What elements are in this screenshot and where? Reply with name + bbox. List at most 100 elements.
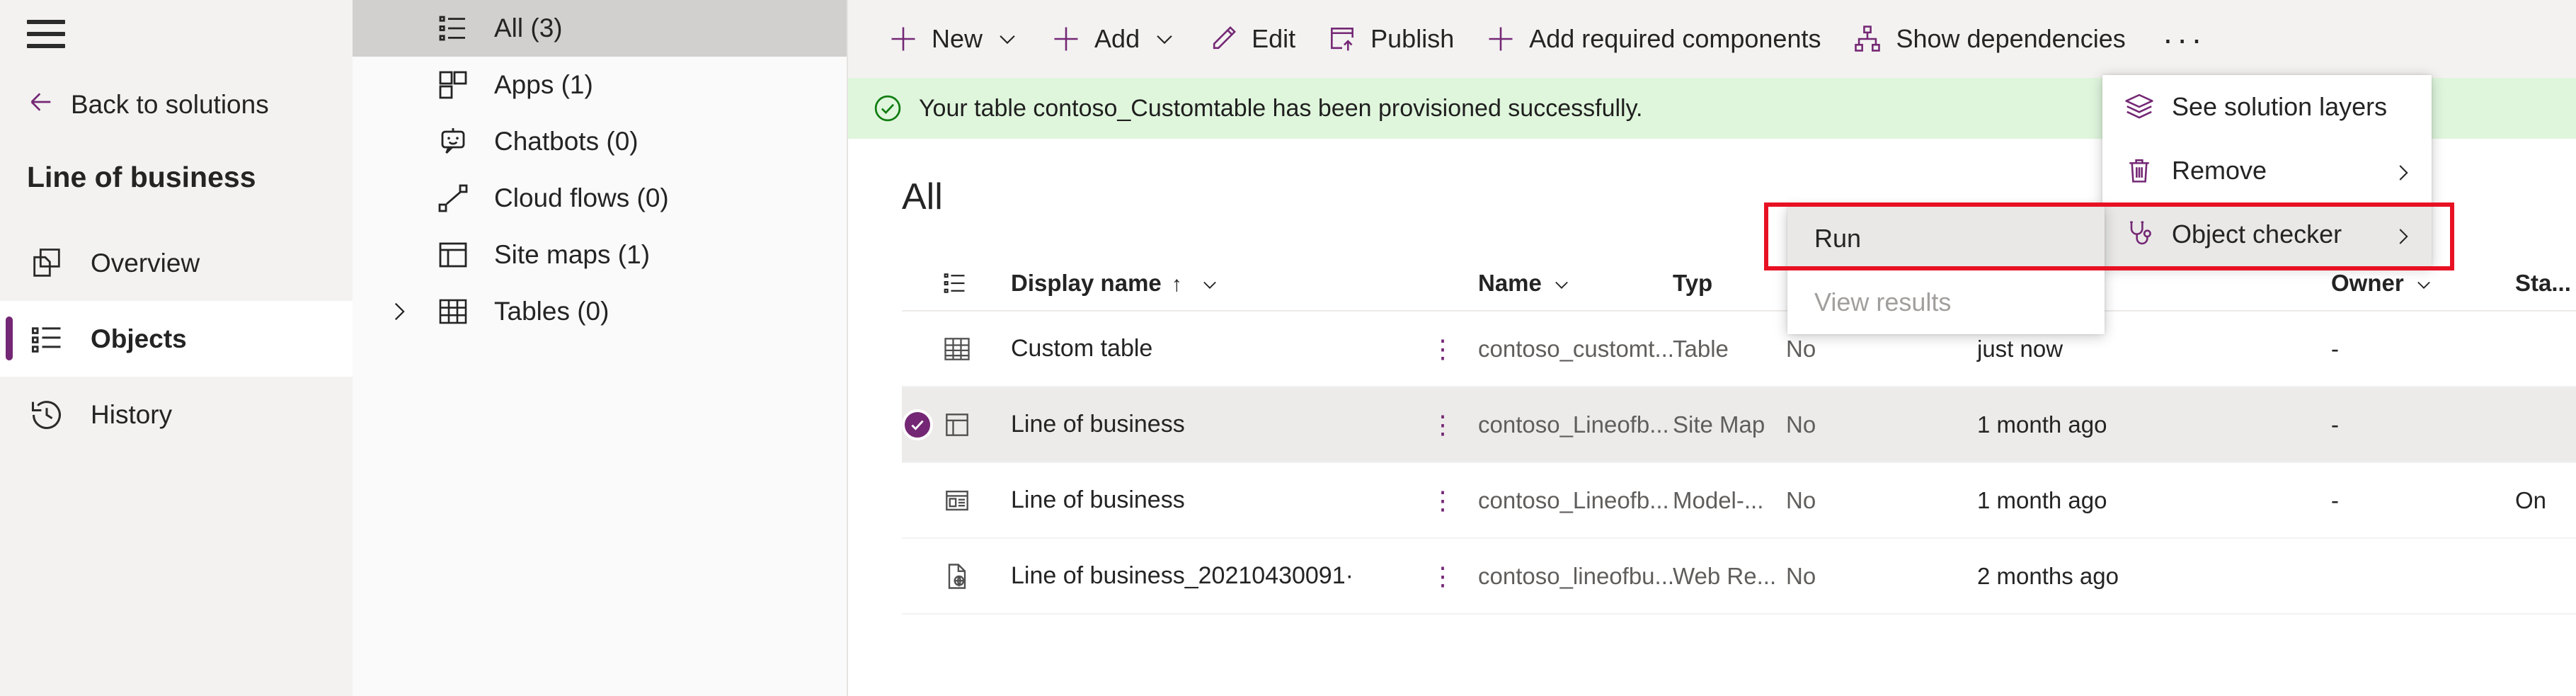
edit-button-label: Edit <box>1252 24 1295 54</box>
add-required-components-label: Add required components <box>1529 24 1821 54</box>
chevron-down-icon[interactable] <box>1152 27 1177 51</box>
sidebar-item-label: Objects <box>91 324 187 354</box>
menu-item-object-checker[interactable]: Object checker <box>2102 202 2432 266</box>
hamburger-bar <box>27 44 65 48</box>
solution-title: Line of business <box>27 161 353 194</box>
hamburger-bar <box>27 20 65 24</box>
row-more-actions-button[interactable]: ⋮ <box>1407 416 1478 433</box>
overflow-context-menu: See solution layers Remove <box>2102 75 2432 266</box>
add-required-components-button[interactable]: Add required components <box>1470 0 1836 78</box>
row-more-actions-button[interactable]: ⋮ <box>1407 340 1478 358</box>
column-options-icon[interactable] <box>941 270 1011 297</box>
submenu-item-view-results: View results <box>1787 270 2105 334</box>
tree-item-all[interactable]: All (3) <box>353 0 847 57</box>
column-header-type[interactable]: Typ <box>1673 270 1786 297</box>
apps-grid-icon <box>436 68 470 102</box>
sidebar-item-history[interactable]: History <box>0 377 353 452</box>
plus-icon <box>1485 23 1516 55</box>
sidebar-item-objects[interactable]: Objects <box>0 301 353 377</box>
row-modified: 1 month ago <box>1977 411 2331 438</box>
table-row[interactable]: Line of business_20210430091· ⋮ contoso_… <box>902 539 2576 615</box>
kebab-menu-icon: ⋮ <box>1430 491 1455 509</box>
row-status: On <box>2515 487 2576 514</box>
row-managed: No <box>1786 563 1977 590</box>
kebab-menu-icon: ⋮ <box>1430 567 1455 585</box>
menu-item-label: See solution layers <box>2172 92 2387 122</box>
table-row[interactable]: Line of business ⋮ contoso_Lineofb... Si… <box>902 387 2576 463</box>
publish-icon <box>1327 23 1358 55</box>
column-header-label: Typ <box>1673 270 1712 297</box>
column-header-label: Display name <box>1011 270 1162 297</box>
row-name: contoso_Lineofb... <box>1478 411 1673 438</box>
chevron-down-icon[interactable] <box>1552 273 1572 293</box>
plus-icon <box>1051 23 1082 55</box>
new-button-label: New <box>932 24 983 54</box>
sidebar-item-overview[interactable]: Overview <box>0 225 353 301</box>
back-to-solutions-link[interactable]: Back to solutions <box>27 88 353 121</box>
row-type: Table <box>1673 336 1786 363</box>
kebab-menu-icon: ⋮ <box>1430 416 1455 433</box>
plus-icon <box>888 23 919 55</box>
sidebar-item-label: History <box>91 400 172 430</box>
row-modified: just now <box>1977 336 2331 363</box>
sitemap-layout-icon <box>436 238 470 272</box>
row-owner: - <box>2331 487 2515 514</box>
column-header-owner[interactable]: Owner <box>2331 270 2515 297</box>
row-type-icon <box>941 485 1011 516</box>
row-select-checkbox[interactable] <box>902 409 941 440</box>
arrow-left-icon <box>27 88 55 121</box>
menu-item-see-solution-layers[interactable]: See solution layers <box>2102 75 2432 139</box>
chevron-down-icon[interactable] <box>1200 273 1220 293</box>
row-type-icon <box>941 561 1011 592</box>
submenu-item-label: Run <box>1814 224 1861 253</box>
show-dependencies-button[interactable]: Show dependencies <box>1836 0 2141 78</box>
row-display-name: Line of business_20210430091· <box>1011 562 1407 590</box>
column-header-label: Name <box>1478 270 1542 297</box>
trash-icon <box>2124 155 2155 186</box>
chevron-right-icon[interactable] <box>387 299 411 324</box>
tree-item-site-maps[interactable]: Site maps (1) <box>353 227 847 283</box>
table-row[interactable]: Custom table ⋮ contoso_customt... Table … <box>902 312 2576 387</box>
chevron-right-icon <box>2392 224 2413 245</box>
kebab-menu-icon: ⋮ <box>1430 340 1455 358</box>
history-clock-icon <box>28 397 65 433</box>
list-icon <box>436 11 470 45</box>
overview-icon <box>28 245 65 282</box>
add-button[interactable]: Add <box>1035 0 1192 78</box>
overflow-more-button[interactable]: ··· <box>2141 0 2227 78</box>
tree-item-label: Apps (1) <box>494 70 593 100</box>
submenu-item-run[interactable]: Run <box>1787 207 2105 270</box>
column-header-name[interactable]: Name <box>1478 270 1673 297</box>
menu-item-label: Remove <box>2172 156 2267 186</box>
sitemap-layout-icon <box>941 409 973 440</box>
command-bar: New Add Edit <box>848 0 2576 78</box>
back-to-solutions-label: Back to solutions <box>71 90 269 120</box>
row-modified: 1 month ago <box>1977 487 2331 514</box>
tree-item-apps[interactable]: Apps (1) <box>353 57 847 113</box>
row-more-actions-button[interactable]: ⋮ <box>1407 491 1478 509</box>
pencil-icon <box>1208 23 1239 55</box>
row-display-name: Line of business <box>1011 486 1407 514</box>
sidebar-item-label: Overview <box>91 249 200 278</box>
tree-item-label: Site maps (1) <box>494 240 650 270</box>
row-more-actions-button[interactable]: ⋮ <box>1407 567 1478 585</box>
row-name: contoso_lineofbu... <box>1478 563 1673 590</box>
cloud-flow-icon <box>436 181 470 215</box>
column-header-display-name[interactable]: Display name ↑ <box>1011 270 1407 297</box>
tree-item-label: All (3) <box>494 13 563 43</box>
menu-item-remove[interactable]: Remove <box>2102 139 2432 202</box>
tree-item-label: Chatbots (0) <box>494 127 639 156</box>
row-managed: No <box>1786 336 1977 363</box>
tree-item-tables[interactable]: Tables (0) <box>353 283 847 340</box>
chevron-down-icon[interactable] <box>2414 273 2434 293</box>
table-row[interactable]: Line of business ⋮ contoso_Lineofb... Mo… <box>902 463 2576 539</box>
hamburger-menu-icon[interactable] <box>27 20 65 48</box>
tree-item-cloud-flows[interactable]: Cloud flows (0) <box>353 170 847 227</box>
edit-button[interactable]: Edit <box>1192 0 1311 78</box>
publish-button[interactable]: Publish <box>1311 0 1470 78</box>
model-app-icon <box>941 485 973 516</box>
new-button[interactable]: New <box>872 0 1035 78</box>
column-header-status[interactable]: Sta... <box>2515 270 2576 297</box>
tree-item-chatbots[interactable]: Chatbots (0) <box>353 113 847 170</box>
chevron-down-icon[interactable] <box>995 27 1019 51</box>
